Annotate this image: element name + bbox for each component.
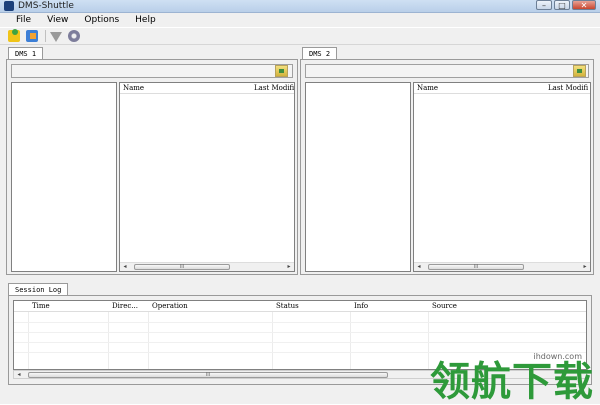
tab-dms-2[interactable]: DMS 2 xyxy=(302,47,338,59)
menu-view[interactable]: View xyxy=(39,13,76,27)
dms1-column-last-modified[interactable]: Last Modifi xyxy=(254,83,294,93)
dms1-path-input[interactable] xyxy=(11,64,293,78)
dms1-scroll-thumb[interactable]: III xyxy=(134,264,230,270)
dms1-file-list[interactable]: Name Last Modifi ◂ III ▸ xyxy=(119,82,295,272)
dms1-column-name[interactable]: Name xyxy=(123,83,144,93)
dms2-browse-folder-icon[interactable] xyxy=(573,65,586,77)
window-title: DMS-Shuttle xyxy=(18,1,74,11)
dms2-pane: Name Last Modifi ◂ III ▸ xyxy=(300,59,594,275)
log-grid-line xyxy=(28,312,29,369)
connect-icon[interactable] xyxy=(8,29,20,42)
toolbar-separator xyxy=(45,30,46,42)
scroll-left-arrow-icon[interactable]: ◂ xyxy=(121,263,129,271)
dms2-column-last-modified[interactable]: Last Modifi xyxy=(548,83,590,93)
dms1-pane: Name Last Modifi ◂ III ▸ xyxy=(6,59,298,275)
tab-session-log[interactable]: Session Log xyxy=(8,283,69,295)
tab-dms-1[interactable]: DMS 1 xyxy=(8,47,44,59)
scroll-left-arrow-icon[interactable]: ◂ xyxy=(415,263,423,271)
dms1-folder-tree[interactable] xyxy=(11,82,117,272)
log-grid-line xyxy=(14,332,586,333)
log-column-status[interactable]: Status xyxy=(276,301,299,311)
transfer-icon[interactable] xyxy=(26,30,38,42)
log-column-info[interactable]: Info xyxy=(354,301,368,311)
dms2-scroll-thumb[interactable]: III xyxy=(428,264,524,270)
scroll-right-arrow-icon[interactable]: ▸ xyxy=(581,263,589,271)
dms2-path-input[interactable] xyxy=(305,64,589,78)
log-column-time[interactable]: Time xyxy=(32,301,50,311)
log-column-operation[interactable]: Operation xyxy=(152,301,188,311)
toolbar xyxy=(0,28,600,45)
scroll-left-arrow-icon[interactable]: ◂ xyxy=(15,371,23,379)
log-grid-line xyxy=(350,312,351,369)
log-grid-line xyxy=(14,352,586,353)
dms1-browse-folder-icon[interactable] xyxy=(275,65,288,77)
dms2-file-list[interactable]: Name Last Modifi ◂ III ▸ xyxy=(413,82,591,272)
dms1-horizontal-scrollbar[interactable]: ◂ III ▸ xyxy=(120,262,294,271)
dms2-column-name[interactable]: Name xyxy=(417,83,438,93)
minimize-button[interactable]: – xyxy=(536,0,552,10)
title-bar: DMS-Shuttle – □ ✕ xyxy=(0,0,600,13)
log-grid-line xyxy=(428,312,429,369)
menu-file[interactable]: File xyxy=(0,13,39,27)
menu-options[interactable]: Options xyxy=(76,13,127,27)
close-button[interactable]: ✕ xyxy=(572,0,596,10)
settings-gear-icon[interactable] xyxy=(68,30,80,42)
log-column-direction[interactable]: Direc... xyxy=(112,301,138,311)
watermark-logo: 领航下载 xyxy=(430,359,594,405)
main-area: DMS 1 Name Last Modifi ◂ III ▸ DMS 2 Nam… xyxy=(0,45,600,404)
dms2-horizontal-scrollbar[interactable]: ◂ III ▸ xyxy=(414,262,590,271)
log-grid-line xyxy=(14,342,586,343)
menu-bar: File View Options Help xyxy=(0,13,600,27)
log-grid-line xyxy=(108,312,109,369)
log-grid-line xyxy=(14,322,586,323)
filter-icon[interactable] xyxy=(50,32,62,42)
dms2-folder-tree[interactable] xyxy=(305,82,411,272)
log-column-header-row xyxy=(14,301,586,312)
log-scroll-thumb[interactable]: III xyxy=(28,372,388,378)
log-grid-line xyxy=(148,312,149,369)
scroll-right-arrow-icon[interactable]: ▸ xyxy=(285,263,293,271)
log-column-source[interactable]: Source xyxy=(432,301,457,311)
window-controls: – □ ✕ xyxy=(536,0,596,10)
menu-help[interactable]: Help xyxy=(127,13,164,27)
app-icon xyxy=(4,1,14,11)
maximize-button[interactable]: □ xyxy=(554,0,570,10)
log-grid-line xyxy=(272,312,273,369)
